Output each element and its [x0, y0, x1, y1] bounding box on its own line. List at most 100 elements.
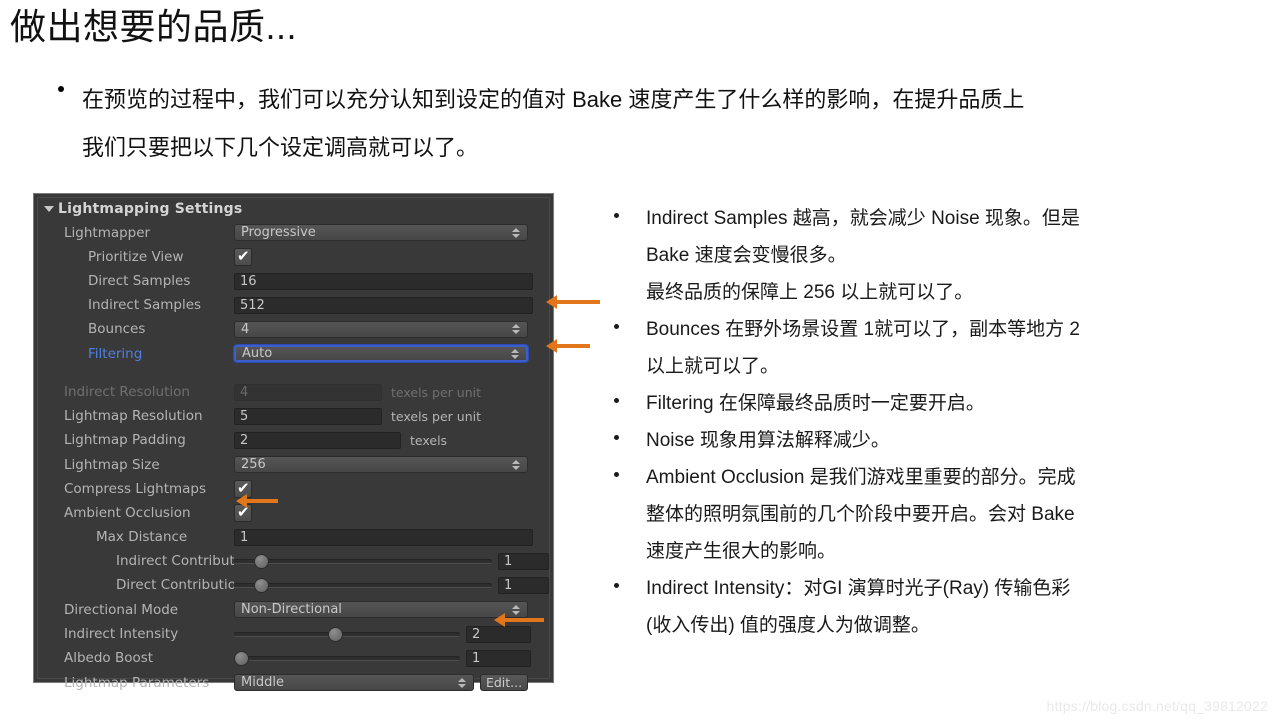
indirect-samples-value: 512 [240, 297, 265, 313]
chevron-updown-icon [458, 677, 466, 688]
albedo-boost-input[interactable]: 1 [466, 649, 531, 667]
bullet-dot-icon [614, 324, 619, 329]
label-direct-samples: Direct Samples [88, 273, 191, 289]
slider-knob[interactable] [328, 627, 343, 642]
lightmapper-dropdown[interactable]: Progressive [234, 224, 528, 241]
list-item: Noise 现象用算法解释减少。 [614, 422, 1274, 459]
bullet-dot-icon [614, 583, 619, 588]
row-ambient-occlusion: Ambient Occlusion ✔ [38, 501, 549, 525]
lightmap-padding-value: 2 [240, 432, 249, 448]
lightmapping-settings-title: Lightmapping Settings [58, 201, 243, 217]
filtering-dropdown[interactable]: Auto [234, 345, 528, 362]
lightmap-parameters-value: Middle [241, 675, 284, 690]
lightmap-padding-input[interactable]: 2 [234, 431, 401, 449]
note-continuation: 以上就可以了。 [646, 356, 780, 377]
label-lightmap-parameters: Lightmap Parameters [64, 674, 210, 691]
note-continuation: 整体的照明氛围前的几个阶段中要开启。会对 Bake [646, 504, 1075, 525]
watermark: https://blog.csdn.net/qq_39812022 [1046, 698, 1268, 714]
row-lightmapper: Lightmapper Progressive [38, 220, 549, 245]
row-bounces: Bounces 4 [38, 317, 549, 341]
note-line: Noise 现象用算法解释减少。 [646, 430, 890, 451]
list-item: Indirect Samples 越高，就会减少 Noise 现象。但是 Bak… [614, 200, 1274, 311]
annotation-arrow-filtering [546, 339, 590, 353]
row-indirect-resolution: Indirect Resolution 4 texels per unit [38, 380, 549, 404]
slider-track [234, 631, 460, 637]
row-lightmap-parameters: Lightmap Parameters Middle Edit... [38, 670, 549, 695]
direct-contribution-slider[interactable] [234, 577, 492, 593]
albedo-boost-slider[interactable] [234, 650, 460, 666]
slider-track [234, 655, 460, 661]
max-distance-input[interactable]: 1 [234, 528, 533, 546]
indirect-intensity-input[interactable]: 2 [466, 625, 531, 643]
label-indirect-contribution: Indirect Contributi [116, 553, 234, 569]
indirect-intensity-slider[interactable] [234, 626, 460, 642]
chevron-updown-icon [512, 324, 520, 334]
label-max-distance: Max Distance [96, 529, 188, 545]
row-lightmap-resolution: Lightmap Resolution 5 texels per unit [38, 404, 549, 428]
indirect-contribution-input[interactable]: 1 [498, 552, 549, 570]
label-indirect-intensity: Indirect Intensity [64, 626, 179, 642]
row-prioritize-view: Prioritize View ✔ [38, 245, 549, 269]
intro-bullet-line-2: 我们只要把以下几个设定调高就可以了。 [82, 135, 479, 160]
page-title: 做出想要的品质... [10, 6, 298, 47]
foldout-triangle-icon[interactable] [44, 206, 54, 212]
lightmap-size-value: 256 [241, 457, 266, 472]
list-item: Ambient Occlusion 是我们游戏里重要的部分。完成 整体的照明氛围… [614, 459, 1274, 570]
label-lightmapper: Lightmapper [64, 224, 151, 241]
directional-mode-value: Non-Directional [241, 602, 342, 617]
directional-mode-dropdown[interactable]: Non-Directional [234, 601, 528, 618]
slider-knob[interactable] [234, 651, 249, 666]
list-item: Filtering 在保障最终品质时一定要开启。 [614, 385, 1274, 422]
label-filtering: Filtering [88, 345, 143, 362]
note-line: Indirect Intensity：对GI 演算时光子(Ray) 传输色彩 [646, 578, 1071, 599]
row-indirect-contribution: Indirect Contributi 1 [38, 549, 549, 573]
bullet-dot-icon [614, 435, 619, 440]
lightmapper-value: Progressive [241, 225, 316, 240]
max-distance-value: 1 [240, 529, 249, 545]
row-max-distance: Max Distance 1 [38, 525, 549, 549]
label-albedo-boost: Albedo Boost [64, 650, 154, 666]
prioritize-view-checkbox[interactable]: ✔ [234, 248, 252, 266]
label-lightmap-resolution: Lightmap Resolution [64, 408, 203, 424]
note-line: Indirect Samples 越高，就会减少 Noise 现象。但是 [646, 208, 1080, 229]
slider-knob[interactable] [254, 554, 269, 569]
bounces-value: 4 [241, 321, 250, 337]
lightmap-resolution-unit: texels per unit [391, 408, 481, 424]
indirect-contribution-value: 1 [504, 553, 513, 569]
list-item: Indirect Intensity：对GI 演算时光子(Ray) 传输色彩 (… [614, 570, 1274, 644]
lightmap-padding-unit: texels [410, 432, 448, 448]
notes-list: Indirect Samples 越高，就会减少 Noise 现象。但是 Bak… [614, 200, 1274, 644]
indirect-resolution-value: 4 [240, 384, 249, 400]
row-lightmap-size: Lightmap Size 256 [38, 452, 549, 477]
note-continuation: 速度产生很大的影响。 [646, 541, 837, 562]
row-directional-mode: Directional Mode Non-Directional [38, 597, 549, 622]
indirect-samples-input[interactable]: 512 [234, 296, 533, 314]
direct-samples-value: 16 [240, 273, 257, 289]
direct-samples-input[interactable]: 16 [234, 272, 533, 290]
indirect-contribution-slider[interactable] [234, 553, 492, 569]
check-icon: ✔ [237, 247, 250, 265]
annotation-arrow-ambient-occlusion [236, 494, 278, 508]
label-directional-mode: Directional Mode [64, 601, 179, 618]
bounces-dropdown[interactable]: 4 [234, 320, 528, 338]
lightmapping-settings-foldout[interactable]: Lightmapping Settings [38, 198, 549, 220]
row-albedo-boost: Albedo Boost 1 [38, 646, 549, 670]
bullet-dot-icon [58, 86, 64, 92]
label-direct-contribution: Direct Contribution [116, 577, 234, 593]
lightmap-parameters-edit-button[interactable]: Edit... [480, 674, 528, 691]
chevron-updown-icon [511, 348, 519, 359]
bullet-dot-icon [614, 213, 619, 218]
direct-contribution-input[interactable]: 1 [498, 576, 549, 594]
note-line: Bounces 在野外场景设置 1就可以了，副本等地方 2 [646, 319, 1080, 340]
lightmap-size-dropdown[interactable]: 256 [234, 456, 528, 473]
note-continuation: Bake 速度会变慢很多。 [646, 245, 847, 266]
label-indirect-resolution: Indirect Resolution [64, 384, 190, 400]
chevron-updown-icon [512, 227, 520, 238]
lightmap-resolution-input[interactable]: 5 [234, 407, 382, 425]
intro-bullet: 在预览的过程中，我们可以充分认知到设定的值对 Bake 速度产生了什么样的影响，… [58, 76, 1258, 172]
slider-knob[interactable] [254, 578, 269, 593]
edit-button-label: Edit... [485, 675, 523, 690]
lightmap-parameters-dropdown[interactable]: Middle [234, 674, 474, 691]
annotation-arrow-indirect-intensity [494, 613, 544, 627]
